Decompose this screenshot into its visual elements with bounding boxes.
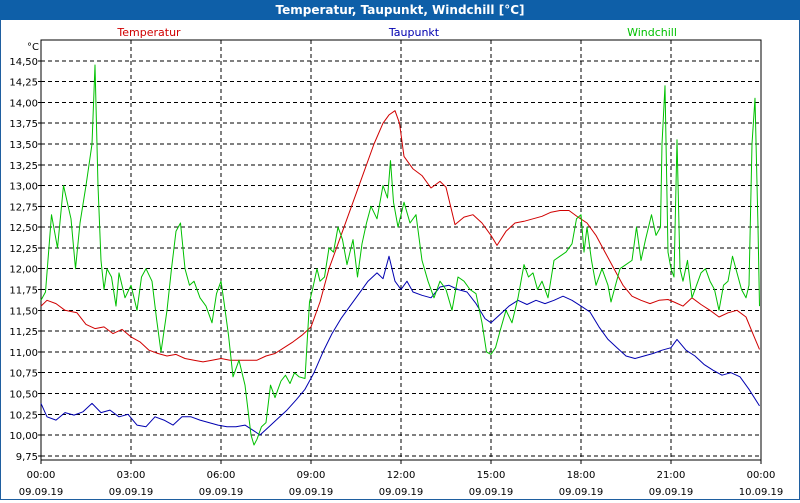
y-axis-unit: °C	[27, 42, 39, 53]
x-tick-time: 21:00	[657, 470, 686, 481]
y-tick-label: 11,00	[9, 348, 38, 359]
legend-entry-taupunkt: Taupunkt	[388, 26, 440, 39]
x-tick-time: 06:00	[207, 470, 236, 481]
y-tick-label: 13,00	[9, 182, 38, 193]
x-tick-time: 09:00	[297, 470, 326, 481]
series-line-windchill	[40, 64, 760, 446]
y-tick-label: 12,50	[9, 223, 38, 234]
legend-entry-windchill: Windchill	[627, 26, 677, 39]
x-tick-time: 00:00	[27, 470, 56, 481]
x-tick-time: 12:00	[387, 470, 416, 481]
y-tick-label: 10,00	[9, 431, 38, 442]
y-tick-label: 14,25	[9, 78, 38, 89]
legend-entry-temperatur: Temperatur	[116, 26, 181, 39]
y-tick-label: 11,75	[9, 286, 38, 297]
x-tick-date: 09.09.19	[469, 487, 514, 498]
x-tick-date: 09.09.19	[199, 487, 244, 498]
x-tick-time: 18:00	[567, 470, 596, 481]
y-tick-label: 12,00	[9, 265, 38, 276]
y-tick-label: 13,25	[9, 161, 38, 172]
y-tick-label: 13,50	[9, 140, 38, 151]
series-line-taupunkt	[40, 255, 760, 436]
x-tick-time: 00:00	[747, 470, 776, 481]
x-tick-time: 03:00	[117, 470, 146, 481]
y-tick-label: 13,75	[9, 119, 38, 130]
x-tick-date: 09.09.19	[379, 487, 424, 498]
y-tick-label: 10,50	[9, 389, 38, 400]
y-tick-label: 10,25	[9, 410, 38, 421]
chart-title: Temperatur, Taupunkt, Windchill [°C]	[0, 0, 800, 20]
x-tick-date: 09.09.19	[109, 487, 154, 498]
x-tick-time: 15:00	[477, 470, 506, 481]
x-tick-date: 09.09.19	[19, 487, 64, 498]
x-tick-date: 09.09.19	[559, 487, 604, 498]
y-tick-label: 14,50	[9, 57, 38, 68]
y-tick-label: 9,75	[16, 452, 38, 463]
y-tick-label: 11,25	[9, 327, 38, 338]
x-tick-date: 10.09.19	[739, 487, 784, 498]
y-tick-label: 12,25	[9, 244, 38, 255]
x-tick-date: 09.09.19	[289, 487, 334, 498]
y-tick-label: 10,75	[9, 369, 38, 380]
chart-area: 14,50 14,25 14,00 13,75 13,50 13,25 13,00 12,75…	[0, 20, 800, 500]
line-chart: 14,50 14,25 14,00 13,75 13,50 13,25 13,00 12,75…	[9, 26, 784, 498]
y-tick-label: 12,75	[9, 202, 38, 213]
y-tick-label: 11,50	[9, 306, 38, 317]
series-line-temperatur	[40, 110, 760, 363]
y-tick-label: 14,00	[9, 98, 38, 109]
x-tick-date: 09.09.19	[649, 487, 694, 498]
